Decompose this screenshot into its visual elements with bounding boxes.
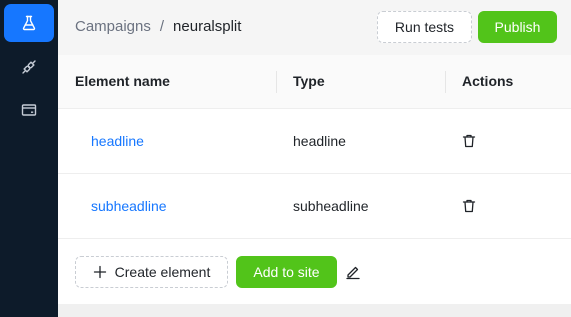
table-row: subheadline subheadline — [58, 174, 571, 239]
table-header: Element name Type Actions — [58, 55, 571, 109]
bottom-strip — [58, 304, 571, 317]
sidebar-item-experiments[interactable] — [4, 4, 54, 42]
element-type: headline — [293, 133, 346, 149]
sidebar-item-billing[interactable] — [4, 91, 54, 129]
element-type: subheadline — [293, 198, 369, 214]
card-icon — [21, 104, 37, 116]
plug-icon — [22, 60, 36, 74]
delete-icon[interactable] — [461, 198, 477, 214]
create-element-button[interactable]: Create element — [75, 256, 228, 288]
page-header: Campaigns / neuralsplit Run tests Publis… — [58, 0, 571, 55]
create-element-label: Create element — [114, 264, 211, 280]
flask-icon — [22, 15, 36, 31]
app-window: Campaigns / neuralsplit Run tests Publis… — [0, 0, 571, 317]
publish-button[interactable]: Publish — [478, 11, 557, 43]
breadcrumb-current: neuralsplit — [173, 18, 242, 35]
sidebar-item-integrations[interactable] — [4, 48, 54, 86]
plus-icon — [93, 265, 106, 279]
breadcrumb-campaigns[interactable]: Campaigns — [75, 18, 151, 35]
column-header-actions: Actions — [462, 73, 514, 89]
table-footer: Create element Add to site — [58, 240, 571, 304]
sidebar — [0, 0, 58, 317]
elements-table: Element name Type Actions headline headl… — [58, 55, 571, 240]
breadcrumb-separator: / — [159, 18, 165, 35]
delete-icon[interactable] — [461, 133, 477, 149]
column-divider — [276, 71, 277, 93]
table-row: headline headline — [58, 109, 571, 174]
column-header-name: Element name — [75, 73, 170, 89]
run-tests-button[interactable]: Run tests — [377, 11, 472, 43]
breadcrumb: Campaigns / neuralsplit — [75, 18, 241, 35]
element-name-link[interactable]: subheadline — [91, 174, 167, 238]
main-content: Campaigns / neuralsplit Run tests Publis… — [58, 0, 571, 317]
add-to-site-button[interactable]: Add to site — [236, 256, 337, 288]
edit-icon[interactable] — [345, 264, 361, 280]
column-header-type: Type — [293, 73, 325, 89]
element-name-link[interactable]: headline — [91, 109, 144, 173]
column-divider — [445, 71, 446, 93]
